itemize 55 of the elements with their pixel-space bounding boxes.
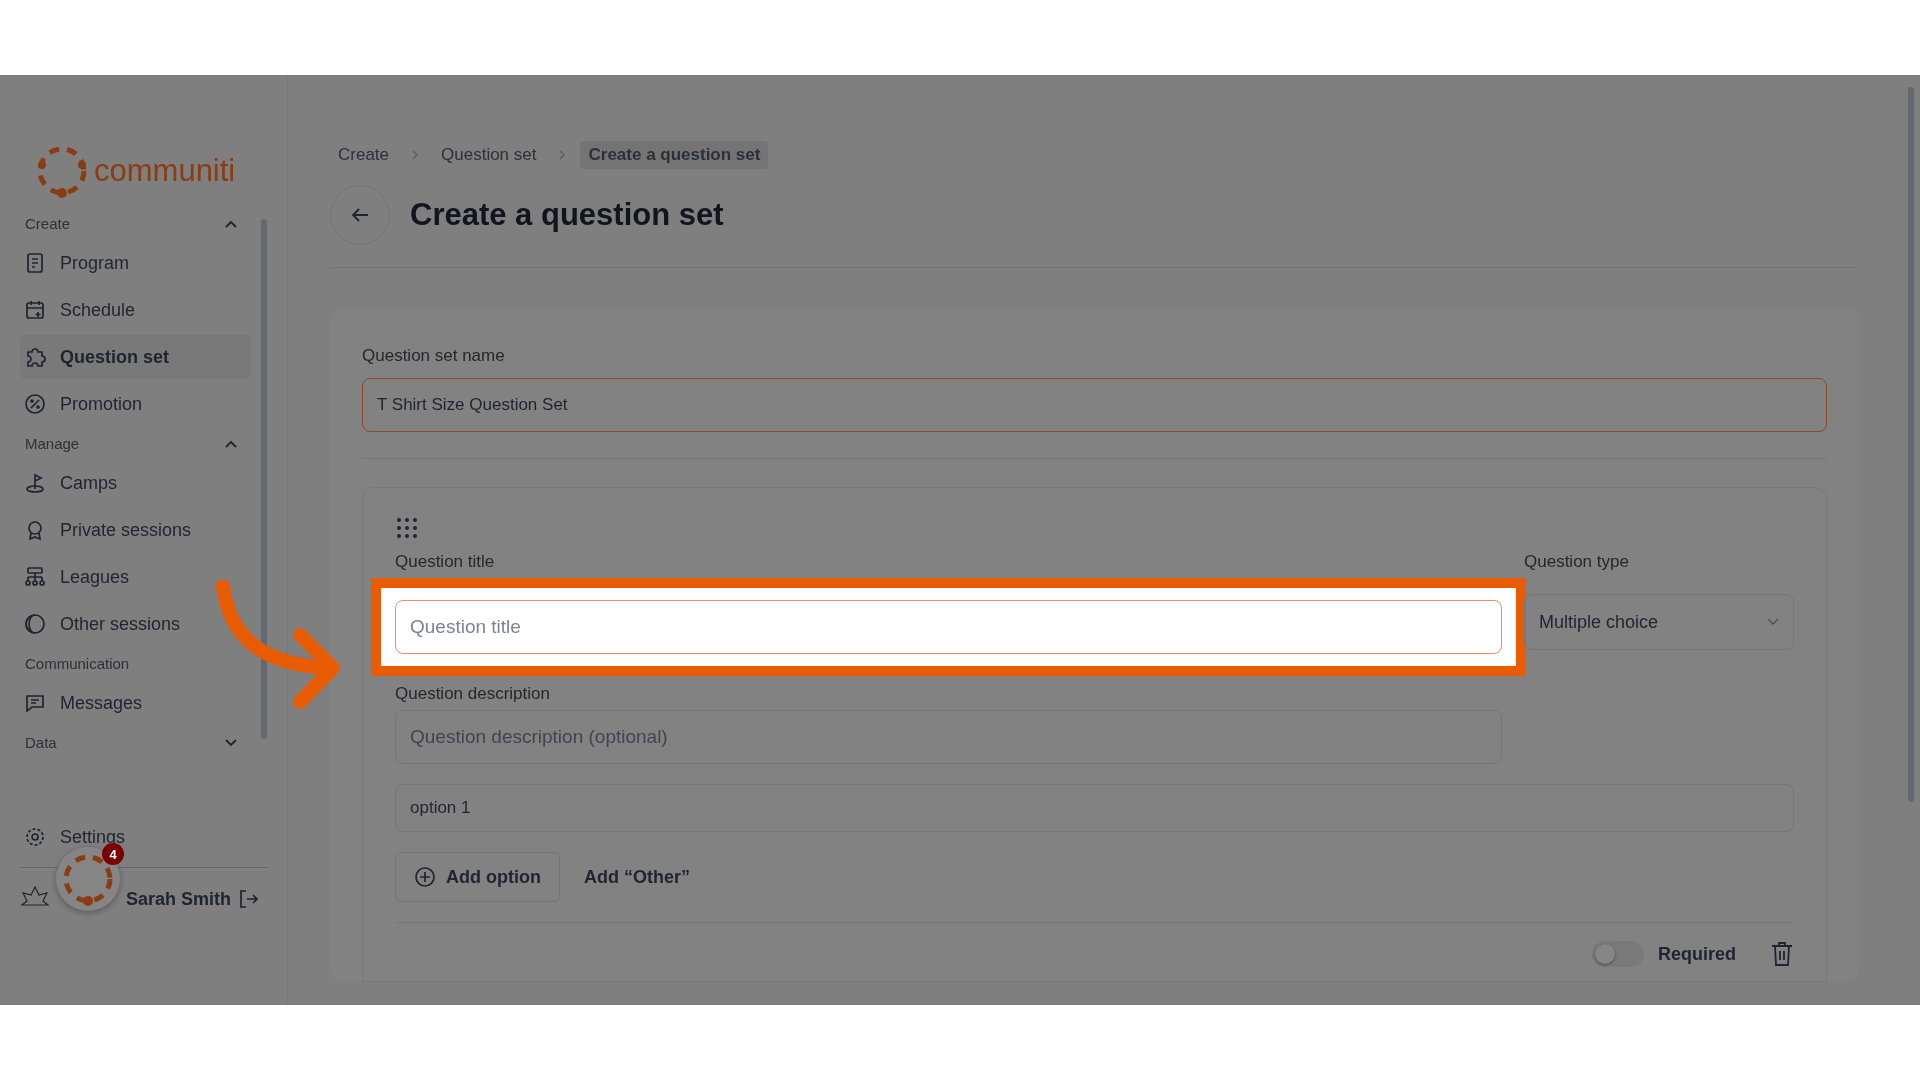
- chevron-up-icon[interactable]: [225, 219, 237, 228]
- flag-icon: [24, 472, 46, 494]
- sidebar-item[interactable]: Program: [20, 241, 251, 285]
- hierarchy-icon: [24, 566, 46, 588]
- required-label: Required: [1658, 943, 1736, 965]
- sidebar-item[interactable]: Camps: [20, 461, 251, 505]
- logo-text: communiti: [94, 153, 236, 189]
- add-other-button[interactable]: Add “Other”: [577, 865, 696, 889]
- logout-icon[interactable]: [237, 888, 260, 910]
- scrollbar-thumb[interactable]: [261, 219, 267, 739]
- add-option-button[interactable]: Add option: [395, 852, 560, 902]
- question-title-field[interactable]: Question title: [395, 600, 1502, 654]
- sidebar-item[interactable]: Question set: [20, 335, 251, 379]
- document-icon: [24, 252, 46, 274]
- puzzle-icon: [24, 346, 46, 368]
- field-label: Question description: [395, 684, 551, 704]
- back-arrow-icon: [350, 207, 370, 223]
- calendar-icon: [24, 299, 46, 321]
- name-field[interactable]: T Shirt Size Question Set: [362, 378, 1827, 432]
- sidebar-item[interactable]: Schedule: [20, 288, 251, 332]
- page-title: Create a question set: [410, 197, 724, 233]
- breadcrumb-link[interactable]: Create a question set: [580, 141, 769, 169]
- plus-circle-icon: [414, 866, 436, 888]
- section-title: Communication: [25, 655, 130, 672]
- field-label: Question type: [1524, 552, 1630, 572]
- chevron-up-icon[interactable]: [225, 439, 237, 448]
- breadcrumb-link[interactable]: Create: [330, 141, 398, 169]
- section-title: Data: [25, 734, 57, 751]
- notification-badge: 4: [102, 843, 124, 865]
- drag-handle-icon[interactable]: [395, 516, 419, 540]
- sidebar-item[interactable]: Promotion: [20, 382, 251, 426]
- trash-icon[interactable]: [1770, 941, 1794, 967]
- sidebar-item[interactable]: Leagues: [20, 555, 251, 599]
- chevron-down-icon: [1767, 618, 1779, 626]
- question-type-dropdown[interactable]: Multiple choice: [1524, 594, 1794, 650]
- sidebar-item[interactable]: Messages: [20, 681, 251, 725]
- field-label: Question set name: [362, 346, 506, 366]
- section-title: Create: [25, 215, 71, 232]
- chevron-right-icon: [558, 149, 567, 161]
- percent-icon: [24, 393, 46, 415]
- required-toggle[interactable]: [1592, 941, 1644, 967]
- breadcrumb-link[interactable]: Question set: [433, 141, 545, 169]
- chevron-right-icon: [411, 149, 420, 161]
- sidebar-item[interactable]: Private sessions: [20, 508, 251, 552]
- question-description-field[interactable]: Question description (optional): [395, 710, 1502, 764]
- chevron-down-icon[interactable]: [225, 738, 237, 747]
- option-field[interactable]: option 1: [395, 784, 1794, 832]
- section-title: Manage: [25, 435, 80, 452]
- user-name: Sarah Smith: [126, 888, 232, 910]
- half-circle-icon: [24, 613, 46, 635]
- scrollbar-thumb[interactable]: [1908, 87, 1914, 802]
- field-label: Question title: [395, 552, 496, 572]
- settings-icon: [24, 826, 46, 848]
- message-icon: [24, 692, 46, 714]
- sidebar-item[interactable]: Other sessions: [20, 602, 251, 646]
